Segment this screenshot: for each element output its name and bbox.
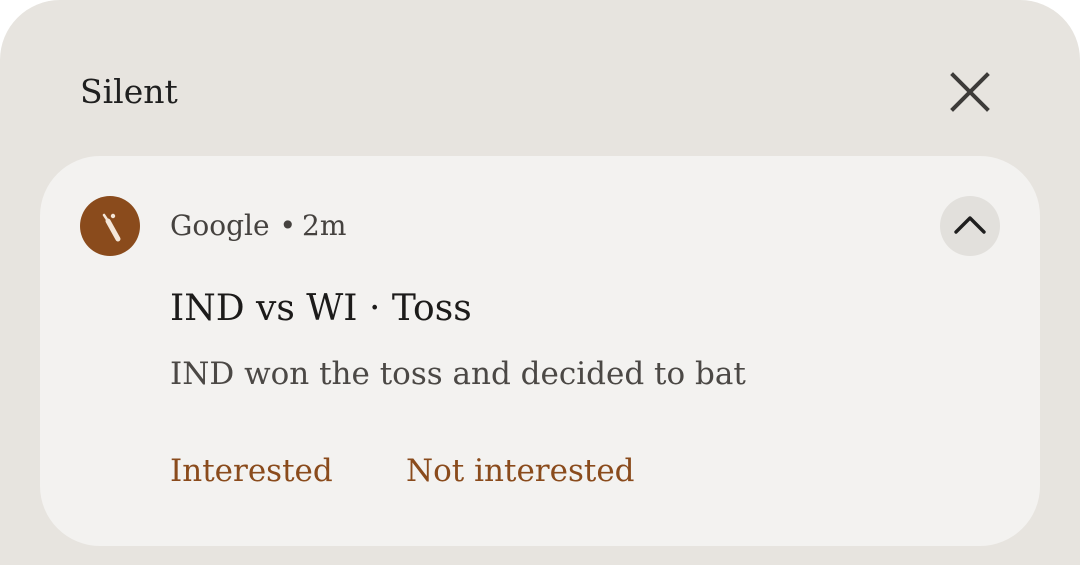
close-icon	[950, 72, 990, 112]
not-interested-button[interactable]: Not interested	[406, 449, 635, 493]
notification-header: Google • 2m	[170, 206, 346, 246]
notification-title: IND vs WI · Toss	[170, 288, 472, 329]
app-icon	[80, 196, 140, 256]
dismiss-section-button[interactable]	[940, 62, 1000, 122]
header-separator: •	[279, 209, 297, 242]
notification-time: 2m	[302, 209, 347, 242]
section-title: Silent	[80, 72, 178, 111]
notification-card[interactable]: Google • 2m IND vs WI · Toss IND won the t…	[40, 156, 1040, 546]
chevron-up-icon	[954, 216, 986, 234]
collapse-button[interactable]	[940, 196, 1000, 256]
notification-body: IND won the toss and decided to bat	[170, 356, 746, 392]
cricket-bat-icon	[102, 213, 121, 242]
interested-button[interactable]: Interested	[170, 449, 333, 493]
app-name: Google	[170, 209, 270, 242]
notification-shade: Silent Google • 2m IND vs WI · Toss IND wo…	[0, 0, 1080, 565]
